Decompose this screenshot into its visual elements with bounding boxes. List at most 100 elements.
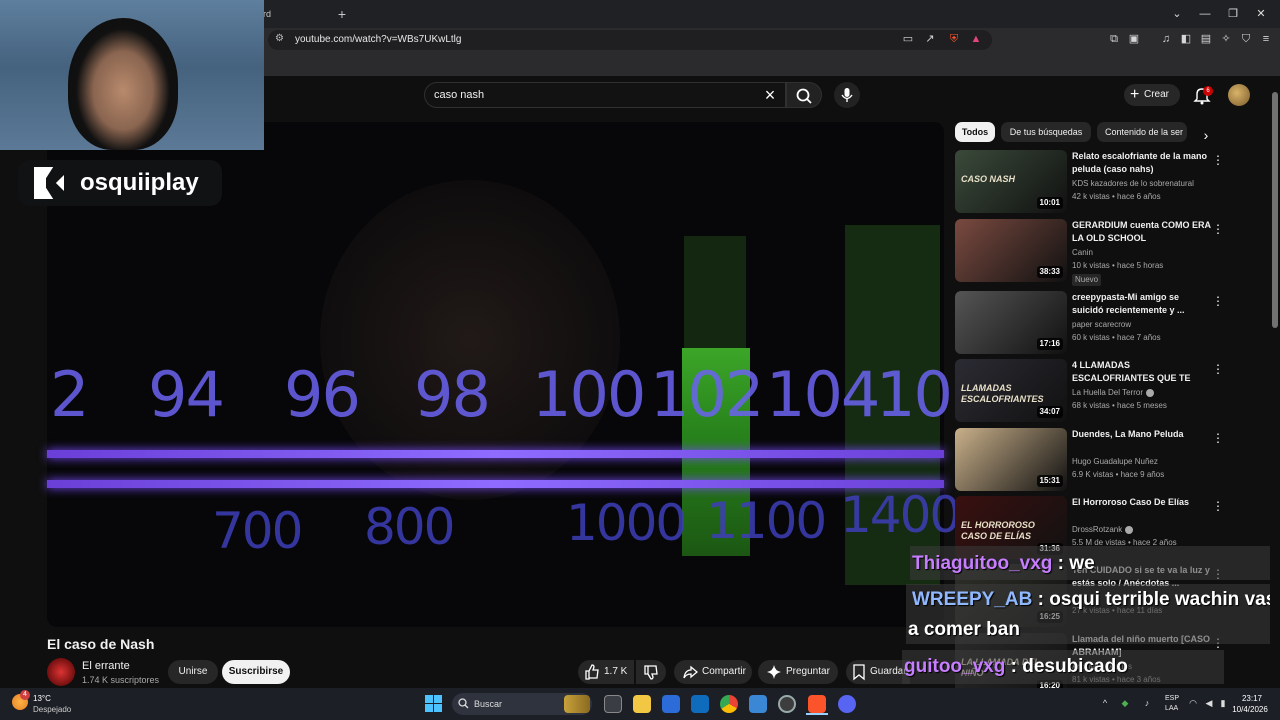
- search-highlight-icon: [564, 695, 590, 713]
- wallet-icon[interactable]: ▤: [1198, 31, 1214, 47]
- tab-search-button[interactable]: ⌄: [1166, 4, 1188, 24]
- battery-icon[interactable]: ▮: [1218, 698, 1228, 708]
- clock-date[interactable]: 10/4/2026: [1228, 705, 1272, 715]
- scrollbar-thumb[interactable]: [1272, 92, 1278, 328]
- task-view-icon[interactable]: [604, 695, 622, 713]
- video-thumbnail[interactable]: 38:33: [955, 219, 1067, 282]
- brave-shield-icon[interactable]: ⛨: [946, 31, 962, 47]
- clock-time[interactable]: 23:17: [1232, 694, 1272, 704]
- chip-from-searches[interactable]: De tus búsquedas: [1001, 122, 1091, 142]
- recommendation-title[interactable]: El Horroroso Caso De Elías: [1072, 496, 1212, 509]
- join-button[interactable]: Unirse: [168, 660, 218, 684]
- vpn-icon[interactable]: ⛉: [1238, 31, 1254, 47]
- chevron-up-icon[interactable]: ^: [1100, 698, 1110, 708]
- windows-start-icon[interactable]: [425, 695, 442, 712]
- video-duration: 15:31: [1036, 475, 1063, 487]
- channel-name[interactable]: El errante: [82, 659, 130, 673]
- address-url[interactable]: youtube.com/watch?v=WBs7UKwLtlg: [295, 33, 461, 47]
- more-options-icon[interactable]: ⋮: [1212, 152, 1224, 168]
- brave-icon[interactable]: [808, 695, 826, 713]
- leo-ai-icon[interactable]: ✧: [1218, 31, 1234, 47]
- video-frame-green-glow: [684, 236, 746, 348]
- recommendation-channel[interactable]: La Huella Del Terror: [1072, 387, 1154, 398]
- steam-icon[interactable]: [778, 695, 796, 713]
- chip-all[interactable]: Todos: [955, 122, 995, 142]
- more-options-icon[interactable]: ⋮: [1212, 361, 1224, 377]
- video-frame-dial-number: 104: [766, 358, 880, 431]
- video-thumbnail[interactable]: 15:31: [955, 428, 1067, 491]
- recommendation-title[interactable]: 4 LLAMADAS ESCALOFRIANTES QUE TE VA...: [1072, 359, 1212, 385]
- microphone-icon[interactable]: ♪: [1142, 698, 1152, 708]
- chevron-right-icon[interactable]: ›: [1196, 125, 1216, 145]
- chip-related[interactable]: Contenido de la ser: [1097, 122, 1187, 142]
- clear-search-icon[interactable]: ×: [760, 84, 780, 106]
- taskbar-search-label[interactable]: Buscar: [474, 697, 502, 711]
- new-tab-button[interactable]: +: [335, 4, 349, 24]
- more-options-icon[interactable]: ⋮: [1212, 293, 1224, 309]
- video-thumbnail[interactable]: CASO NASH 10:01: [955, 150, 1067, 213]
- share-page-icon[interactable]: ↗: [922, 31, 938, 47]
- channel-avatar[interactable]: [47, 658, 75, 686]
- voice-search-button[interactable]: [834, 82, 860, 108]
- channel-name: Canin: [1072, 248, 1093, 257]
- cast-icon[interactable]: ▭: [900, 31, 916, 47]
- more-options-icon[interactable]: ⋮: [1212, 430, 1224, 446]
- media-icon[interactable]: ♫: [1158, 31, 1174, 47]
- more-options-icon[interactable]: ⋮: [1212, 221, 1224, 237]
- video-title: El caso de Nash: [47, 636, 155, 652]
- search-icon: [796, 88, 812, 104]
- input-language[interactable]: ESP: [1165, 694, 1179, 703]
- share-icon: [683, 665, 698, 679]
- site-info-icon[interactable]: ⚙: [275, 33, 284, 44]
- browser-tab[interactable]: ard: [258, 4, 338, 24]
- menu-icon[interactable]: ≡: [1258, 31, 1274, 47]
- recommendation-channel[interactable]: KDS kazadores de lo sobrenatural: [1072, 178, 1194, 189]
- weather-description[interactable]: Despejado: [33, 705, 71, 715]
- video-frame-dial-number: 1000: [566, 494, 687, 552]
- video-thumbnail[interactable]: 17:16: [955, 291, 1067, 354]
- recommendation-title[interactable]: creepypasta-Mi amigo se suicidó reciente…: [1072, 291, 1212, 317]
- microsoft-store-icon[interactable]: [662, 695, 680, 713]
- video-frame-dial-number: 700: [212, 502, 303, 560]
- maximize-button[interactable]: ❐: [1222, 4, 1244, 24]
- video-thumbnail[interactable]: LLAMADAS ESCALOFRIANTES 34:07: [955, 359, 1067, 422]
- chrome-icon[interactable]: [720, 695, 738, 713]
- recommendation-title[interactable]: Duendes, La Mano Peluda: [1072, 428, 1212, 441]
- brave-rewards-icon[interactable]: ▲: [968, 31, 984, 47]
- thumbnail-caption: LLAMADAS ESCALOFRIANTES: [961, 383, 1044, 404]
- file-explorer-icon[interactable]: [633, 695, 651, 713]
- more-options-icon[interactable]: ⋮: [1212, 498, 1224, 514]
- verified-icon: [1146, 388, 1154, 397]
- recommendation-meta: 68 k vistas • hace 5 meses: [1072, 401, 1167, 410]
- thumbnail-caption: EL HORROROSO CASO DE ELÍAS: [961, 520, 1035, 541]
- recommendation-channel[interactable]: paper scarecrow: [1072, 319, 1131, 330]
- outlook-icon[interactable]: [691, 695, 709, 713]
- video-frame-dial-number: 98: [414, 358, 491, 431]
- recommendation-channel[interactable]: DrossRotzank: [1072, 524, 1134, 535]
- search-input[interactable]: [434, 86, 734, 104]
- recommendation-meta: 42 k vistas • hace 6 años: [1072, 192, 1161, 201]
- recommendation-channel[interactable]: Hugo Guadalupe Nuñez: [1072, 456, 1158, 467]
- close-window-button[interactable]: ✕: [1250, 4, 1272, 24]
- weather-alert-badge: 4: [20, 690, 30, 700]
- photos-icon[interactable]: [749, 695, 767, 713]
- video-duration: 10:01: [1036, 197, 1063, 209]
- screenshot-icon[interactable]: ▣: [1126, 31, 1142, 47]
- recommendation-channel[interactable]: Canin: [1072, 247, 1093, 258]
- input-layout[interactable]: LAA: [1165, 704, 1178, 713]
- subscribe-button[interactable]: Suscribirse: [222, 660, 290, 684]
- recommendation-meta: 6.9 K vistas • hace 9 años: [1072, 470, 1165, 479]
- recommendation-title[interactable]: GERARDIUM cuenta COMO ERA LA OLD SCHOOL: [1072, 219, 1212, 245]
- extensions-icon[interactable]: ⧉: [1106, 31, 1122, 47]
- weather-temperature[interactable]: 13°C: [33, 694, 51, 704]
- account-avatar[interactable]: [1228, 84, 1250, 106]
- discord-icon[interactable]: [838, 695, 856, 713]
- search-button[interactable]: [786, 82, 822, 108]
- video-duration: 17:16: [1036, 338, 1063, 350]
- recommendation-title[interactable]: Relato escalofriante de la mano peluda (…: [1072, 150, 1212, 176]
- minimize-button[interactable]: —: [1194, 4, 1216, 24]
- security-icon[interactable]: ◆: [1120, 698, 1130, 708]
- sidebar-icon[interactable]: ◧: [1178, 31, 1194, 47]
- wifi-icon[interactable]: ◠: [1188, 698, 1198, 708]
- volume-icon[interactable]: ◀: [1204, 698, 1214, 708]
